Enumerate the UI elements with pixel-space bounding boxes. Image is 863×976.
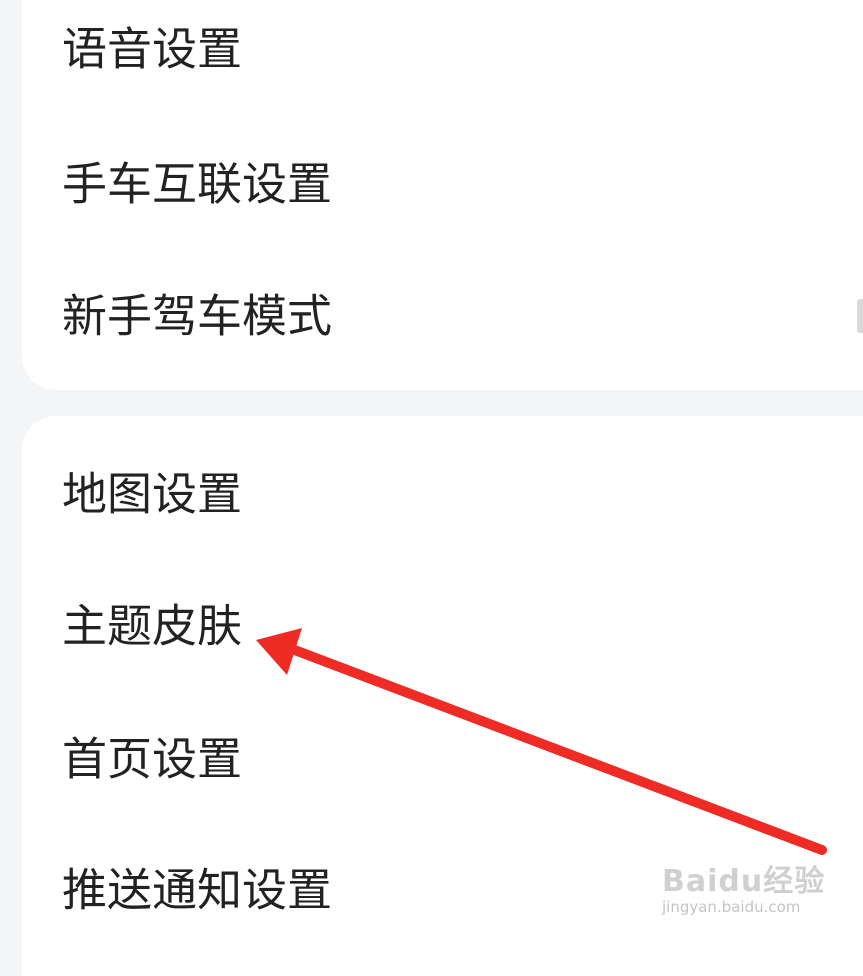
home-settings-label: 首页设置 [62,732,243,786]
push-notification-settings-label: 推送通知设置 [62,863,333,917]
toggle-edge-mark [857,299,863,333]
novice-driving-mode-item[interactable]: 新手驾车模式 [22,266,863,366]
home-settings-item[interactable]: 首页设置 [22,709,863,809]
settings-group-top: 语音设置 手车互联设置 新手驾车模式 [22,0,863,390]
map-settings-item[interactable]: 地图设置 [22,444,863,544]
phone-car-link-settings-label: 手车互联设置 [62,157,333,211]
settings-group-bottom: 地图设置 主题皮肤 首页设置 推送通知设置 [22,416,863,976]
voice-settings-label: 语音设置 [62,22,243,76]
push-notification-settings-item[interactable]: 推送通知设置 [22,840,863,940]
novice-driving-mode-label: 新手驾车模式 [62,289,333,343]
map-settings-label: 地图设置 [62,467,243,521]
voice-settings-item[interactable]: 语音设置 [22,0,863,99]
phone-car-link-settings-item[interactable]: 手车互联设置 [22,134,863,234]
theme-skin-item[interactable]: 主题皮肤 [22,576,863,676]
theme-skin-label: 主题皮肤 [62,599,243,653]
